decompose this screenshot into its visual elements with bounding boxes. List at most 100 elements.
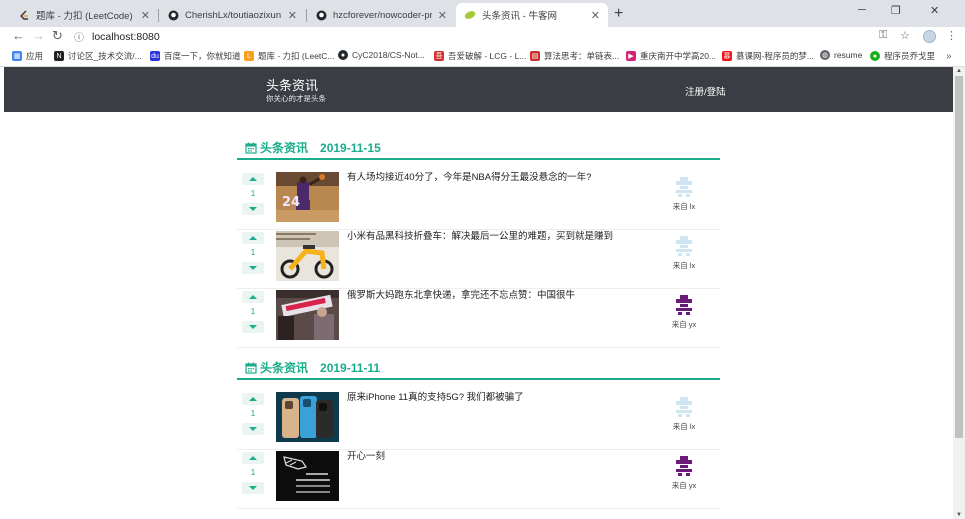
leetcode-icon: L — [244, 51, 254, 61]
upvote-button[interactable] — [242, 393, 264, 405]
arrow-up-icon — [249, 456, 257, 460]
brand[interactable]: 头条资讯 你关心的才是头条 — [266, 78, 326, 104]
news-title-link[interactable]: 原来iPhone 11真的支持5G? 我们都被骗了 — [347, 391, 667, 404]
arrow-down-icon — [249, 325, 257, 329]
tab-title: 题库 - 力扣 (LeetCode) 全球极客 — [36, 11, 135, 22]
bookmark-cyc2018[interactable]: ● CyC2018/CS-Not... — [338, 50, 425, 60]
window-close-icon[interactable]: ✕ — [930, 4, 939, 17]
tab-github-toutiao[interactable]: CherishLx/toutiaozixun ✕ — [159, 3, 305, 27]
upvote-button[interactable] — [242, 452, 264, 464]
nowcoder-icon: N — [54, 51, 64, 61]
author-info: 来自 lx — [665, 236, 703, 278]
bookmark-qiaogeli[interactable]: ● 程序员乔戈里 — [870, 50, 935, 62]
bookmark-resume[interactable]: ◍ resume — [820, 50, 862, 60]
bookmark-label: 程序员乔戈里 — [884, 51, 936, 61]
news-thumbnail[interactable] — [276, 451, 339, 501]
bookmark-apps[interactable]: ▦ 应用 — [12, 50, 43, 62]
maximize-icon[interactable]: ❐ — [891, 4, 901, 17]
vote-count: 1 — [250, 408, 256, 418]
profile-avatar[interactable] — [923, 30, 936, 43]
bookmarks-overflow-icon[interactable]: » — [946, 51, 952, 62]
new-tab-button[interactable]: + — [614, 5, 623, 23]
avatar[interactable] — [676, 177, 692, 197]
register-login-link[interactable]: 注册/登陆 — [685, 84, 726, 98]
reload-icon[interactable]: ↻ — [52, 28, 63, 44]
bookmarks-bar: ▦ 应用 N 讨论区_技术交流/... du 百度一下，你就知道 L 题库 - 力扣 (… — [0, 47, 965, 67]
apps-grid-icon: ▦ — [12, 51, 22, 61]
avatar[interactable] — [676, 456, 692, 476]
arrow-down-icon — [249, 266, 257, 270]
bookmark-label: 题库 - 力扣 (LeetC... — [258, 51, 335, 61]
bookmark-label: 百度一下，你就知道 — [164, 51, 241, 61]
downvote-button[interactable] — [242, 482, 264, 494]
site-subtitle: 你关心的才是头条 — [266, 94, 326, 103]
scroll-up-icon[interactable]: ▲ — [956, 68, 962, 74]
vote-widget: 1 — [242, 230, 264, 281]
arrow-up-icon — [249, 236, 257, 240]
downvote-button[interactable] — [242, 203, 264, 215]
bookmark-leetcode[interactable]: L 题库 - 力扣 (LeetC... — [244, 50, 335, 62]
arrow-down-icon — [249, 486, 257, 490]
news-title-link[interactable]: 开心一刻 — [347, 450, 667, 463]
news-thumbnail[interactable] — [276, 290, 339, 340]
news-item: 1 小米有品黑科技折叠车：解决最后一公里的难题，买到就是赚到 来自 lx — [237, 230, 720, 289]
close-icon[interactable]: ✕ — [591, 9, 600, 22]
upvote-button[interactable] — [242, 291, 264, 303]
news-thumbnail[interactable] — [276, 231, 339, 281]
tab-leetcode[interactable]: 题库 - 力扣 (LeetCode) 全球极客 ✕ — [10, 3, 158, 27]
upvote-button[interactable] — [242, 232, 264, 244]
blog-icon: ▤ — [530, 51, 540, 61]
close-icon[interactable]: ✕ — [288, 9, 297, 22]
scroll-down-icon[interactable]: ▼ — [956, 512, 962, 518]
imooc-icon: 慕 — [722, 51, 732, 61]
author-name[interactable]: 来自 lx — [665, 201, 703, 212]
site-header: 头条资讯 你关心的才是头条 注册/登陆 — [4, 67, 953, 112]
address-bar[interactable]: ⓘ localhost:8080 — [74, 27, 868, 46]
author-name[interactable]: 来自 yx — [665, 480, 703, 491]
key-icon[interactable]: ⚿ — [879, 29, 887, 42]
avatar[interactable] — [676, 236, 692, 256]
page-scrollbar[interactable]: ▲ ▼ — [953, 67, 965, 519]
star-icon[interactable]: ☆ — [900, 29, 910, 42]
bookmark-label: CyC2018/CS-Not... — [352, 50, 425, 60]
bookmark-baidu[interactable]: du 百度一下，你就知道 — [150, 50, 241, 62]
bookmark-algorithm[interactable]: ▤ 算法思考：单链表... — [530, 50, 619, 62]
news-title-link[interactable]: 俄罗斯大妈跑东北拿快递，拿完还不忘点赞：中国很牛 — [347, 289, 667, 302]
tab-title: CherishLx/toutiaozixun — [185, 9, 282, 21]
upvote-button[interactable] — [242, 173, 264, 185]
downvote-button[interactable] — [242, 423, 264, 435]
downvote-button[interactable] — [242, 321, 264, 333]
day-date: 2019-11-15 — [320, 140, 381, 155]
menu-icon[interactable]: ⋮ — [946, 29, 957, 42]
close-icon[interactable]: ✕ — [438, 9, 447, 22]
author-name[interactable]: 来自 yx — [665, 319, 703, 330]
bookmark-imooc[interactable]: 慕慕课网-程序员的梦... — [722, 50, 814, 62]
tab-nowcoder-active[interactable]: 头条资讯 - 牛客网 ✕ — [456, 3, 608, 27]
back-icon[interactable]: ← — [12, 28, 25, 43]
tab-github-nowcoder[interactable]: hzcforever/nowcoder-project ✕ — [307, 3, 455, 27]
baidu-icon: du — [150, 51, 160, 61]
scrollbar-thumb[interactable] — [955, 76, 963, 438]
bookmark-52pojie[interactable]: 吾吾爱破解 - LCG - L... — [434, 50, 526, 62]
author-info: 来自 lx — [665, 397, 703, 439]
downvote-button[interactable] — [242, 262, 264, 274]
news-title-link[interactable]: 有人场均接近40分了，今年是NBA得分王最没悬念的一年? — [347, 171, 667, 184]
author-name[interactable]: 来自 lx — [665, 260, 703, 271]
minimize-icon[interactable]: ─ — [858, 4, 866, 16]
info-icon: ⓘ — [74, 33, 84, 44]
avatar[interactable] — [676, 397, 692, 417]
nowcoder-icon — [464, 9, 476, 21]
vote-widget: 1 — [242, 450, 264, 501]
bookmark-nowcoder-discuss[interactable]: N 讨论区_技术交流/... — [54, 50, 142, 62]
close-icon[interactable]: ✕ — [141, 9, 150, 22]
author-name[interactable]: 来自 lx — [665, 421, 703, 432]
arrow-down-icon — [249, 207, 257, 211]
forward-icon[interactable]: → — [32, 28, 45, 43]
news-title-link[interactable]: 小米有品黑科技折叠车：解决最后一公里的难题，买到就是赚到 — [347, 230, 667, 243]
news-item: 1 开心一刻 来自 yx — [237, 450, 720, 509]
bookmark-school[interactable]: ▶ 重庆南开中学高20... — [626, 50, 716, 62]
avatar[interactable] — [676, 295, 692, 315]
vote-widget: 1 — [242, 391, 264, 442]
news-thumbnail[interactable] — [276, 392, 339, 442]
news-thumbnail[interactable]: 24 — [276, 172, 339, 222]
